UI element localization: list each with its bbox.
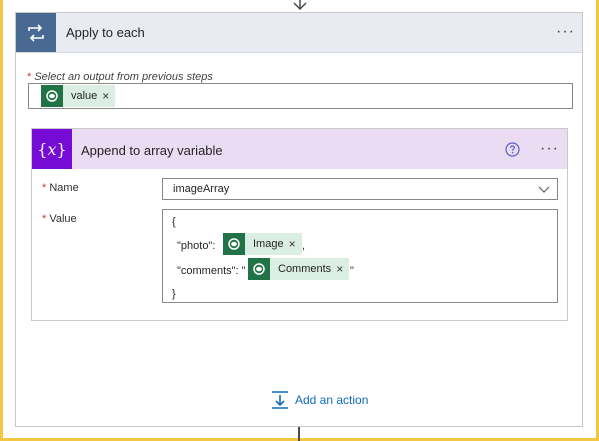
add-action-label: Add an action (295, 393, 369, 407)
output-label: * Select an output from previous steps (27, 71, 213, 83)
required-marker: * (27, 71, 32, 83)
remove-token-button[interactable]: × (336, 262, 349, 276)
required-marker: * (42, 182, 47, 194)
value-token[interactable]: value × (41, 85, 116, 107)
chevron-down-icon (538, 186, 550, 193)
value-label: * Value (42, 213, 77, 225)
name-dropdown[interactable]: imageArray (162, 178, 558, 200)
help-icon[interactable] (505, 142, 520, 157)
name-label-text: Name (49, 182, 79, 194)
more-options-button[interactable]: ··· (556, 24, 575, 40)
append-to-array-header[interactable]: {x} Append to array variable ··· (32, 129, 567, 169)
value-label-text: Value (49, 213, 77, 225)
image-token-label: Image (253, 238, 284, 250)
required-marker: * (42, 213, 47, 225)
connector-arrow-icon (293, 0, 307, 11)
output-field[interactable]: value × (28, 83, 573, 109)
dataverse-icon (41, 85, 63, 107)
apply-to-each-card: Apply to each ··· * Select an output fro… (15, 12, 583, 427)
apply-to-each-title: Apply to each (66, 25, 145, 40)
comments-close-quote: " (350, 265, 354, 277)
apply-to-each-header[interactable]: Apply to each ··· (16, 13, 582, 53)
append-to-array-title: Append to array variable (81, 143, 223, 158)
name-value: imageArray (173, 183, 230, 195)
name-label: * Name (42, 182, 79, 194)
open-brace: { (172, 216, 176, 228)
comments-key: "comments": " (177, 265, 246, 277)
remove-token-button[interactable]: × (102, 89, 115, 103)
variable-icon: {x} (32, 129, 72, 169)
add-action-icon (272, 391, 288, 409)
dataverse-icon (223, 233, 245, 255)
photo-key: "photo": (177, 240, 216, 252)
comments-token-label: Comments (278, 263, 332, 275)
remove-token-button[interactable]: × (289, 237, 302, 251)
loop-icon (16, 13, 56, 52)
value-token-label: value (71, 90, 98, 102)
append-to-array-card: {x} Append to array variable ··· * Name … (31, 128, 568, 321)
comments-token[interactable]: Comments × (248, 258, 350, 280)
output-label-text: Select an output from previous steps (34, 71, 213, 83)
dataverse-icon (248, 258, 270, 280)
image-token[interactable]: Image × (223, 233, 302, 255)
photo-comma: , (302, 240, 306, 252)
more-options-button[interactable]: ··· (540, 141, 559, 157)
add-action-button[interactable]: Add an action (271, 391, 368, 409)
close-brace: } (172, 288, 176, 300)
value-editor[interactable]: { "photo": Image × , "comments": " Comme… (162, 209, 558, 303)
connector-line (298, 427, 300, 441)
